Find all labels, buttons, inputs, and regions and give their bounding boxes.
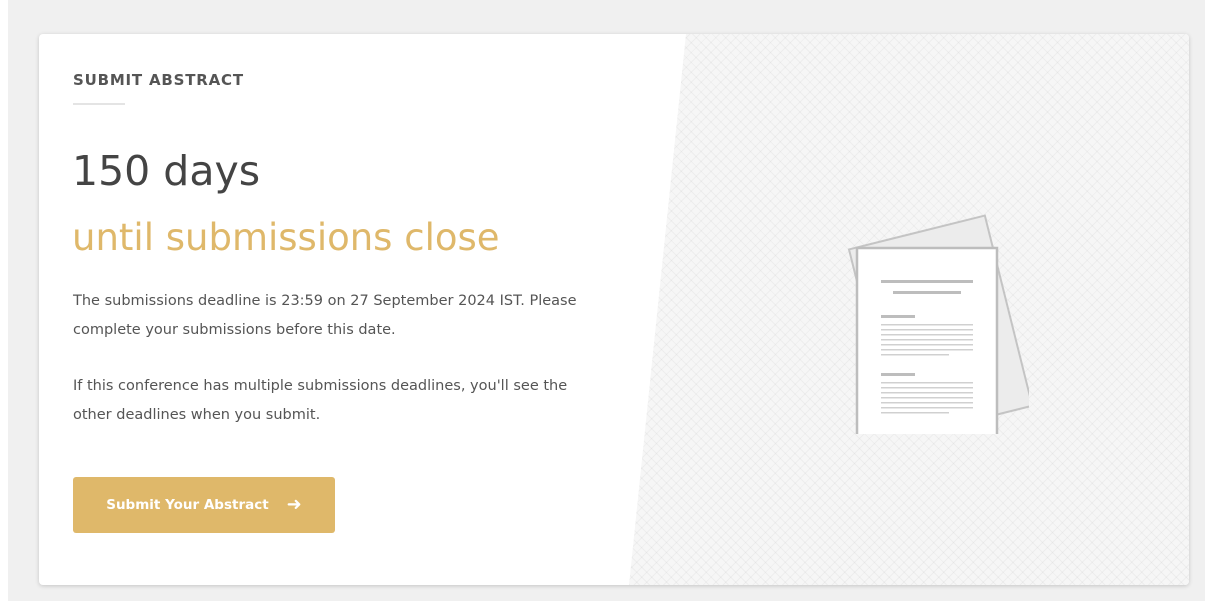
- submit-abstract-button[interactable]: Submit Your Abstract ➜: [73, 477, 335, 533]
- arrow-right-icon: ➜: [286, 494, 302, 515]
- deadline-paragraph: The submissions deadline is 23:59 on 27 …: [73, 293, 577, 338]
- document-stack-icon: [847, 214, 1029, 434]
- countdown-subhead: until submissions close: [72, 216, 500, 259]
- section-eyebrow: SUBMIT ABSTRACT: [73, 71, 244, 89]
- multiple-deadlines-paragraph: If this conference has multiple submissi…: [73, 378, 568, 423]
- countdown-headline: 150 days: [72, 147, 261, 195]
- submit-abstract-button-label: Submit Your Abstract: [106, 497, 269, 513]
- eyebrow-divider: [73, 103, 125, 105]
- submit-abstract-card: SUBMIT ABSTRACT 150 days until submissio…: [39, 34, 1189, 585]
